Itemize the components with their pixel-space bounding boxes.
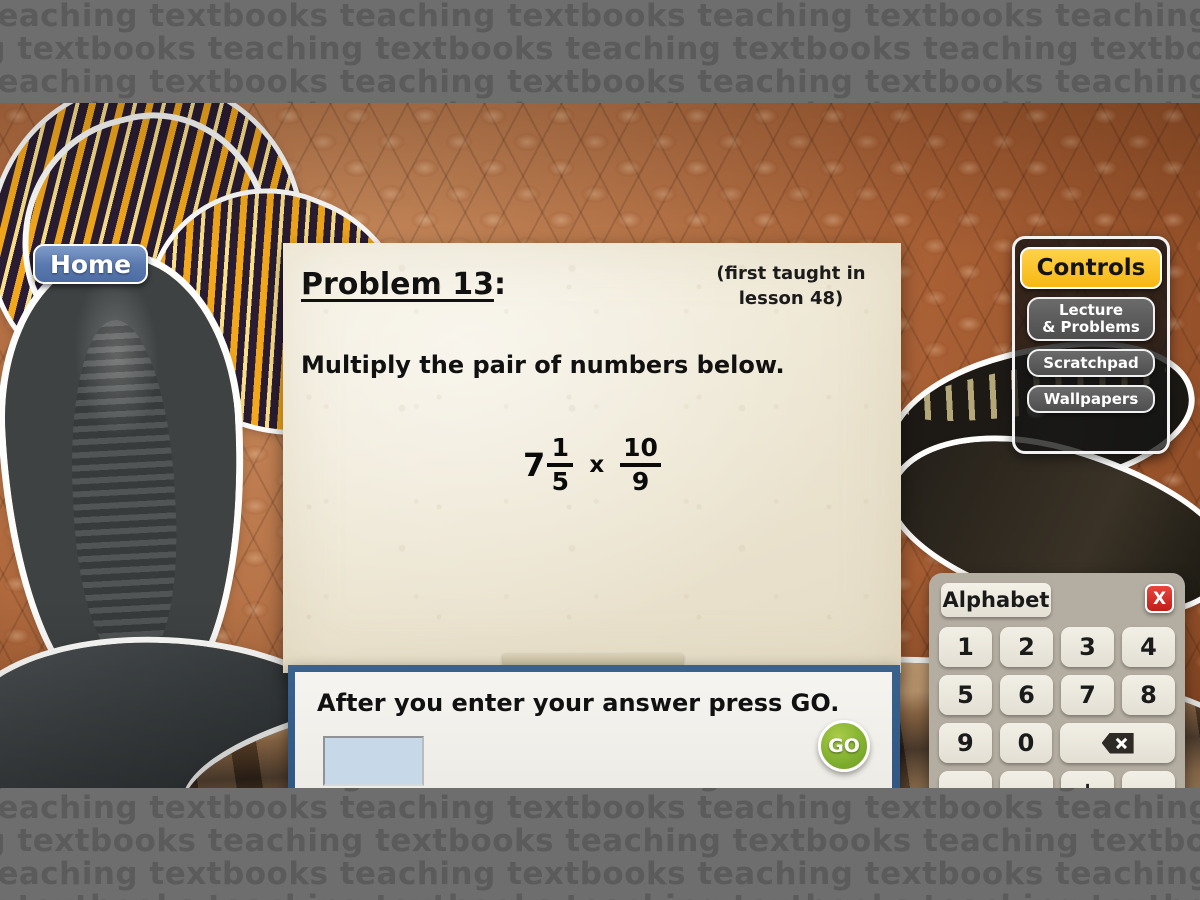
- keypad-header: Alphabet X: [939, 583, 1175, 619]
- control-item-lecture-and-problems[interactable]: Lecture & Problems: [1027, 297, 1155, 341]
- watermark-row: teaching textbooks teaching textbooks te…: [0, 790, 1200, 826]
- backspace-glyph: [1101, 732, 1134, 754]
- alphabet-button-label: Alphabet: [942, 588, 1050, 612]
- key-7[interactable]: 7: [1061, 675, 1114, 715]
- watermark-row: teaching textbooks teaching textbooks te…: [0, 0, 1200, 34]
- close-icon[interactable]: X: [1145, 584, 1174, 613]
- home-button[interactable]: Home: [33, 244, 148, 284]
- go-button[interactable]: GO: [818, 720, 870, 772]
- keypad-row-3: 9 0: [939, 723, 1175, 763]
- key-minus[interactable]: -: [1122, 771, 1175, 788]
- fraction-denominator: 9: [631, 467, 650, 497]
- control-wallpapers-label: Wallpapers: [1043, 389, 1139, 408]
- mixed-numerator: 1: [551, 433, 570, 462]
- mixed-denominator: 5: [551, 467, 570, 497]
- control-item-scratchpad[interactable]: Scratchpad: [1027, 349, 1155, 377]
- control-lecture-line2: & Problems: [1042, 318, 1140, 336]
- watermark-row: teaching textbooks teaching textbooks te…: [0, 64, 1200, 100]
- key-5[interactable]: 5: [939, 675, 992, 715]
- problem-title-colon: :: [493, 267, 506, 302]
- key-6[interactable]: 6: [1000, 675, 1053, 715]
- key-period[interactable]: .: [1000, 771, 1053, 788]
- numeric-keypad: Alphabet X 1 2 3 4 5 6 7 8 9 0 , .: [929, 573, 1185, 788]
- watermark-row: teaching textbooks teaching textbooks te…: [0, 856, 1200, 892]
- mixed-whole-part: 7: [523, 446, 546, 485]
- home-button-label: Home: [49, 249, 132, 279]
- math-expression: 7 1 5 x 10 9: [283, 433, 901, 497]
- backspace-icon[interactable]: [1060, 723, 1175, 763]
- controls-title-button[interactable]: Controls: [1020, 247, 1162, 289]
- key-1[interactable]: 1: [939, 627, 992, 667]
- page-title: Problem 13:: [301, 267, 506, 302]
- key-9[interactable]: 9: [939, 723, 992, 763]
- watermark-row: teaching textbooks teaching textbooks te…: [0, 31, 1200, 67]
- watermark-row: teaching textbooks teaching textbooks te…: [0, 823, 1200, 859]
- watermark-row: teaching textbooks teaching textbooks te…: [0, 891, 1200, 900]
- answer-bar: After you enter your answer press GO. GO: [288, 665, 900, 788]
- answer-prompt-text: After you enter your answer press GO.: [317, 689, 840, 717]
- key-3[interactable]: 3: [1061, 627, 1114, 667]
- key-plus[interactable]: +: [1061, 771, 1114, 788]
- multiplication-operator: x: [589, 452, 605, 479]
- key-comma[interactable]: ,: [939, 771, 992, 788]
- mixed-number: 7 1 5: [523, 433, 574, 497]
- app-stage: Home Problem 13: (first taught in lesson…: [0, 103, 1200, 788]
- key-2[interactable]: 2: [1000, 627, 1053, 667]
- keypad-row-4: , . + -: [939, 771, 1175, 788]
- alphabet-toggle-button[interactable]: Alphabet: [941, 583, 1051, 617]
- controls-title-label: Controls: [1036, 255, 1146, 281]
- control-scratchpad-label: Scratchpad: [1043, 353, 1139, 372]
- mixed-fraction-part: 1 5: [547, 433, 574, 497]
- problem-card: Problem 13: (first taught in lesson 48) …: [283, 243, 901, 673]
- controls-panel: Controls Lecture & Problems Scratchpad W…: [1012, 236, 1170, 454]
- keypad-close-label: X: [1152, 588, 1167, 609]
- control-item-wallpapers[interactable]: Wallpapers: [1027, 385, 1155, 413]
- fraction-numerator: 10: [623, 433, 658, 462]
- key-4[interactable]: 4: [1122, 627, 1175, 667]
- control-lecture-line1: Lecture: [1058, 301, 1124, 319]
- key-0[interactable]: 0: [999, 723, 1053, 763]
- problem-instruction: Multiply the pair of numbers below.: [301, 351, 785, 379]
- control-lecture-label: Lecture & Problems: [1042, 302, 1140, 336]
- answer-input[interactable]: [323, 736, 424, 786]
- keypad-row-1: 1 2 3 4: [939, 627, 1175, 667]
- keypad-row-2: 5 6 7 8: [939, 675, 1175, 715]
- go-button-label: GO: [828, 735, 860, 757]
- key-8[interactable]: 8: [1122, 675, 1175, 715]
- answer-bar-inner: After you enter your answer press GO. GO: [295, 672, 892, 788]
- problem-title-text: Problem 13: [301, 267, 494, 302]
- lesson-reference-note: (first taught in lesson 48): [716, 263, 866, 309]
- second-fraction: 10 9: [620, 433, 661, 497]
